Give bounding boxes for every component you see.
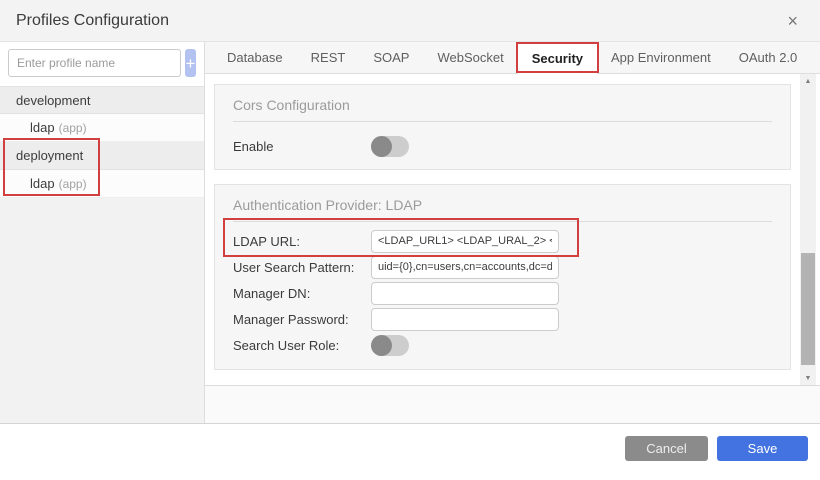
scroll-down-icon[interactable]: ▼ — [800, 371, 816, 385]
profiles-configuration-dialog: Profiles Configuration × + development l… — [0, 0, 820, 480]
app-type-suffix: (app) — [59, 121, 87, 135]
search-user-role-row: Search User Role: — [233, 332, 772, 358]
manager-dn-label: Manager DN: — [233, 286, 371, 301]
tab-soap[interactable]: SOAP — [359, 42, 423, 73]
save-button[interactable]: Save — [717, 436, 808, 461]
ldap-url-label: LDAP URL: — [233, 234, 371, 249]
cancel-button[interactable]: Cancel — [625, 436, 708, 461]
search-user-role-toggle[interactable] — [371, 335, 409, 356]
sidebar-item-development[interactable]: development — [0, 86, 204, 114]
ldap-form: LDAP URL: User Search Pattern: Manager D… — [233, 228, 772, 358]
add-profile-button[interactable]: + — [185, 49, 196, 77]
dialog-body: + development ldap (app) deployment ldap… — [0, 42, 820, 423]
profiles-sidebar: + development ldap (app) deployment ldap… — [0, 42, 205, 423]
ldap-url-row: LDAP URL: — [233, 228, 772, 254]
sidebar-item-deployment-ldap[interactable]: ldap (app) — [0, 170, 204, 198]
ldap-heading: Authentication Provider: LDAP — [233, 197, 772, 213]
sidebar-item-deployment[interactable]: deployment — [0, 142, 204, 170]
profile-group-label: development — [16, 93, 90, 108]
app-name: ldap — [30, 176, 55, 191]
dialog-header: Profiles Configuration × — [0, 0, 820, 42]
profile-group-label: deployment — [16, 148, 83, 163]
dialog-title: Profiles Configuration — [16, 12, 169, 30]
tab-security[interactable]: Security — [518, 42, 597, 74]
ldap-provider-card: Authentication Provider: LDAP LDAP URL: … — [214, 184, 791, 370]
manager-dn-input[interactable] — [371, 282, 559, 305]
app-name: ldap — [30, 120, 55, 135]
tab-oauth[interactable]: OAuth 2.0 — [725, 42, 812, 73]
tab-rest[interactable]: REST — [297, 42, 360, 73]
sidebar-empty-area — [0, 198, 204, 423]
security-tab-content: Cors Configuration Enable Authentication… — [205, 74, 820, 385]
tab-app-environment[interactable]: App Environment — [597, 42, 725, 73]
close-icon[interactable]: × — [781, 10, 804, 32]
manager-password-row: Manager Password: — [233, 306, 772, 332]
manager-password-label: Manager Password: — [233, 312, 371, 327]
app-type-suffix: (app) — [59, 177, 87, 191]
divider — [233, 221, 772, 222]
enable-label: Enable — [233, 139, 371, 154]
profile-name-input[interactable] — [8, 49, 181, 77]
dialog-footer: Cancel Save — [0, 423, 820, 480]
toggle-knob — [371, 335, 392, 356]
cors-heading: Cors Configuration — [233, 97, 772, 113]
tab-database[interactable]: Database — [213, 42, 297, 73]
divider — [233, 121, 772, 122]
user-search-pattern-row: User Search Pattern: — [233, 254, 772, 280]
search-user-role-label: Search User Role: — [233, 338, 371, 353]
manager-dn-row: Manager DN: — [233, 280, 772, 306]
user-search-pattern-input[interactable] — [371, 256, 559, 279]
scroll-up-icon[interactable]: ▲ — [800, 74, 816, 88]
profile-create-row: + — [0, 42, 204, 86]
scrollbar-thumb[interactable] — [801, 253, 815, 365]
sidebar-item-development-ldap[interactable]: ldap (app) — [0, 114, 204, 142]
manager-password-input[interactable] — [371, 308, 559, 331]
tab-websocket[interactable]: WebSocket — [423, 42, 517, 73]
cors-enable-row: Enable — [233, 136, 772, 157]
content-bottom-strip — [205, 385, 820, 423]
cors-enable-toggle[interactable] — [371, 136, 409, 157]
cors-configuration-card: Cors Configuration Enable — [214, 84, 791, 170]
vertical-scrollbar[interactable]: ▲ ▼ — [800, 74, 816, 385]
scrollbar-track[interactable] — [800, 88, 816, 371]
ldap-url-input[interactable] — [371, 230, 559, 253]
toggle-knob — [371, 136, 392, 157]
tab-bar: Database REST SOAP WebSocket Security Ap… — [205, 42, 820, 74]
main-panel: Database REST SOAP WebSocket Security Ap… — [205, 42, 820, 423]
user-search-pattern-label: User Search Pattern: — [233, 260, 371, 275]
